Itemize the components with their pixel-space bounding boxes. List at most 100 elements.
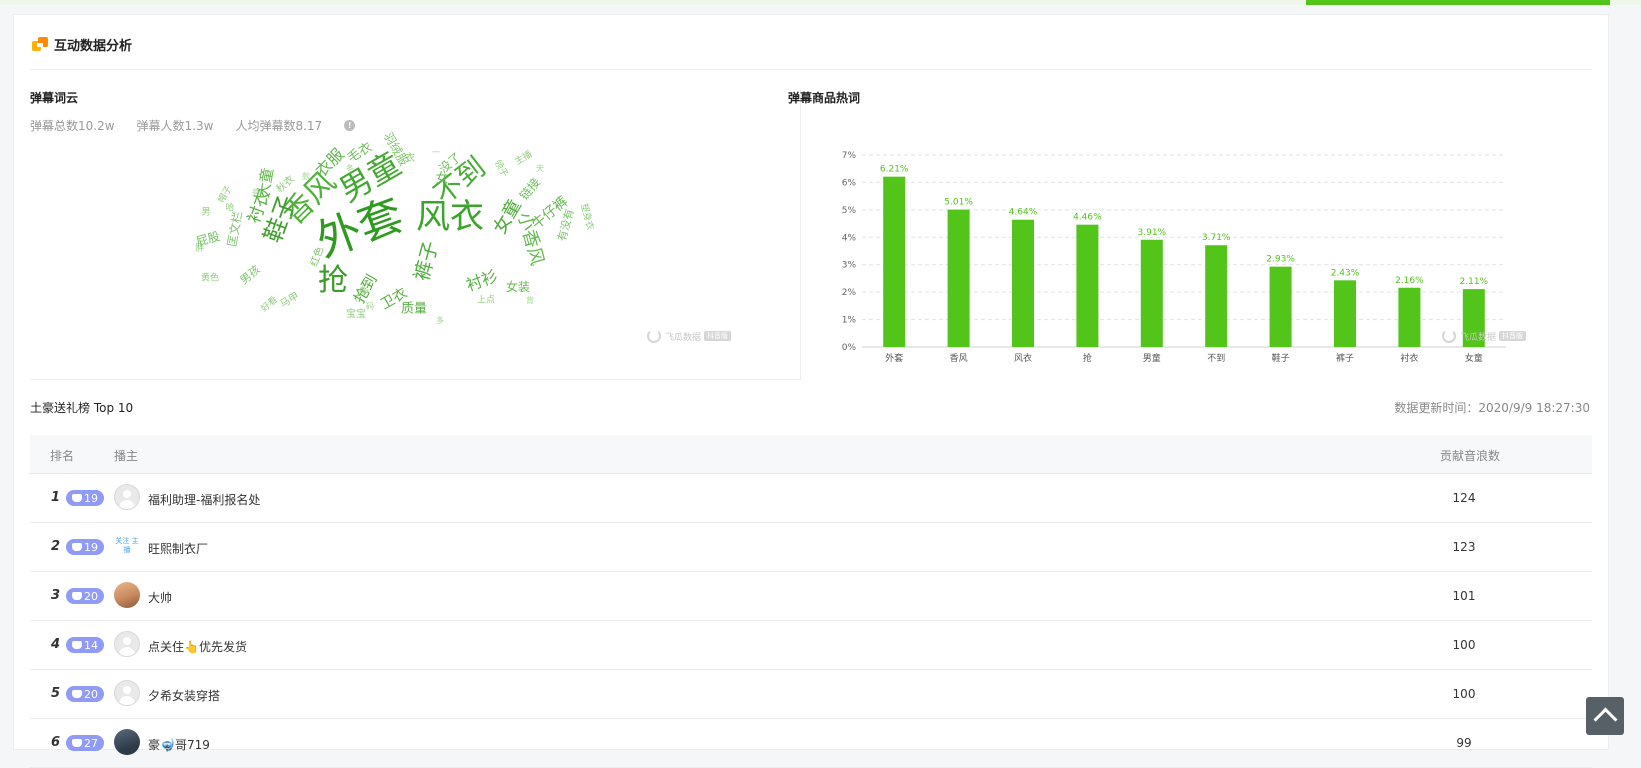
contribution-value: 100 <box>1452 687 1476 701</box>
y-tick-label: 3% <box>842 261 857 271</box>
bar-value-label: 3.91% <box>1138 228 1167 238</box>
table-row[interactable]: 6 27 豪🤿哥719 99 <box>30 719 1592 768</box>
cloud-word: 宝宝 <box>346 309 366 320</box>
avatar[interactable] <box>114 484 140 510</box>
cloud-word: 背 <box>526 296 534 305</box>
bar-value-label: 2.93% <box>1266 255 1295 265</box>
rank-number: 2 <box>50 539 60 554</box>
cloud-word: 匡文栏 <box>224 210 246 248</box>
chart-watermark-logo: 飞瓜数据 抖音版 <box>1442 329 1527 343</box>
table-row[interactable]: 5 20 夕希女装穿搭 100 <box>30 670 1592 719</box>
anchor-name[interactable]: 旺熙制衣厂 <box>148 540 208 557</box>
x-tick-label: 女童 <box>1465 352 1483 364</box>
x-tick-label: 香风 <box>950 353 968 364</box>
level-value: 19 <box>84 491 98 505</box>
bar-value-label: 4.64% <box>1009 208 1038 218</box>
x-tick-label: 衬衣 <box>1400 352 1418 364</box>
anchor-name[interactable]: 点关住👆优先发货 <box>148 638 247 655</box>
section-title: 互动数据分析 <box>54 39 133 54</box>
bar-value-label: 2.43% <box>1331 268 1360 278</box>
header-rank: 排名 <box>50 449 75 463</box>
x-tick-label: 男童 <box>1143 352 1161 364</box>
word-cloud-title: 弹幕词云 <box>30 91 79 105</box>
fan-level-badge: 20 <box>66 588 104 604</box>
bar[interactable] <box>883 176 906 347</box>
level-value: 20 <box>84 687 98 701</box>
avatar[interactable]: 关注 主播 <box>114 533 140 559</box>
x-tick-label: 抢 <box>1083 352 1092 364</box>
bar[interactable] <box>1076 224 1099 347</box>
bar-value-label: 3.71% <box>1202 233 1231 243</box>
danmu-total: 弹幕总数10.2w <box>30 119 115 133</box>
fan-level-badge: 19 <box>66 539 104 555</box>
back-to-top-button[interactable] <box>1586 697 1624 735</box>
bar[interactable] <box>1205 245 1228 347</box>
table-row[interactable]: 1 19 福利助理-福利报名处 124 <box>30 474 1592 523</box>
cloud-word: 一 <box>432 148 440 157</box>
level-value: 14 <box>84 638 98 652</box>
header-contribution[interactable]: 贡献音浪数 <box>1440 447 1500 464</box>
x-tick-label: 不到 <box>1207 352 1225 364</box>
word-cloud-panel: 外套 风衣 男童 不到 香风 鞋子 裤子 女童 小香风抢衬衫 衣服 衬衣 大童 牛仔裤 女装 卫衣 质量 抢到毛… <box>30 89 801 380</box>
rank-number: 6 <box>50 735 60 750</box>
anchor-name[interactable]: 大帅 <box>148 589 172 606</box>
anchor-name[interactable]: 豪🤿哥719 <box>148 736 210 753</box>
cloud-word: 抢 <box>318 263 348 298</box>
bar[interactable] <box>1012 219 1034 347</box>
hotword-bar-panel: 弹幕商品热词 0% 1% 2% 3% 4% 5% 6% 7% 6.21% 外套 5.01% 香风 4.6… <box>788 89 1592 379</box>
bar[interactable] <box>947 209 970 347</box>
danmu-per-user: 人均弹幕数8.17 <box>235 119 323 133</box>
cloud-word: 链接 <box>516 175 544 203</box>
bar[interactable] <box>1140 239 1163 347</box>
avatar[interactable] <box>114 631 140 657</box>
anchor-name[interactable]: 福利助理-福利报名处 <box>148 491 260 508</box>
cloud-word: 女装 <box>505 280 531 294</box>
table-row[interactable]: 2 19 关注 主播 旺熙制衣厂 123 <box>30 523 1592 572</box>
watermark-icon <box>647 329 661 343</box>
bar[interactable] <box>1269 266 1292 347</box>
bar[interactable] <box>1334 280 1356 347</box>
info-icon[interactable]: ! <box>344 120 356 131</box>
active-tab-indicator <box>1306 0 1610 5</box>
cloud-word: 天 <box>536 164 544 173</box>
contribution-value: 100 <box>1452 638 1476 652</box>
header-divider <box>30 69 1592 70</box>
contribution-value: 124 <box>1452 491 1476 505</box>
table-row[interactable]: 4 14 点关住👆优先发货 100 <box>30 621 1592 670</box>
cloud-word: 塑身衣 <box>578 202 595 232</box>
cloud-word: 领子 <box>491 158 510 180</box>
x-tick-label: 鞋子 <box>1272 352 1290 364</box>
x-tick-label: 风衣 <box>1014 352 1032 364</box>
rank-number: 1 <box>50 490 60 505</box>
cloud-word: 质量 <box>400 301 428 317</box>
bar-value-label: 5.01% <box>944 198 973 208</box>
cloud-word: 男孩 <box>237 262 263 288</box>
anchor-name[interactable]: 夕希女装穿搭 <box>148 687 220 704</box>
watermark-tag: 抖音版 <box>704 331 732 341</box>
header-anchor: 播主 <box>114 449 139 463</box>
section-header: 互动数据分析 <box>32 35 132 54</box>
cloud-word: 好看 <box>259 294 280 315</box>
cloud-word: 马甲 <box>278 290 302 311</box>
level-value: 19 <box>84 540 98 554</box>
cloud-word: 码 <box>366 302 374 311</box>
bar-value-label: 6.21% <box>880 165 909 175</box>
gift-ranking-table: 排名 播主 贡献音浪数 1 19 福利助理-福利报名处 124 2 19 关注 主播 旺熙制衣… <box>30 435 1592 768</box>
watermark-logo: 飞瓜数据 抖音版 <box>647 329 732 343</box>
cloud-word: 衣 <box>405 153 415 164</box>
contribution-value: 123 <box>1452 540 1476 554</box>
level-value: 20 <box>84 589 98 603</box>
watermark-icon <box>1442 329 1456 343</box>
avatar[interactable] <box>114 680 140 706</box>
bar-value-label: 2.11% <box>1460 277 1489 287</box>
y-tick-label: 1% <box>842 316 857 326</box>
avatar[interactable] <box>114 582 140 608</box>
fan-level-badge: 14 <box>66 637 104 653</box>
y-tick-label: 4% <box>842 233 857 243</box>
x-tick-label: 裤子 <box>1336 352 1354 364</box>
rank-number: 5 <box>50 686 60 701</box>
bar[interactable] <box>1398 287 1421 347</box>
table-row[interactable]: 3 20 大帅 101 <box>30 572 1592 621</box>
cloud-word: 款 <box>302 172 310 181</box>
avatar[interactable] <box>114 729 140 755</box>
